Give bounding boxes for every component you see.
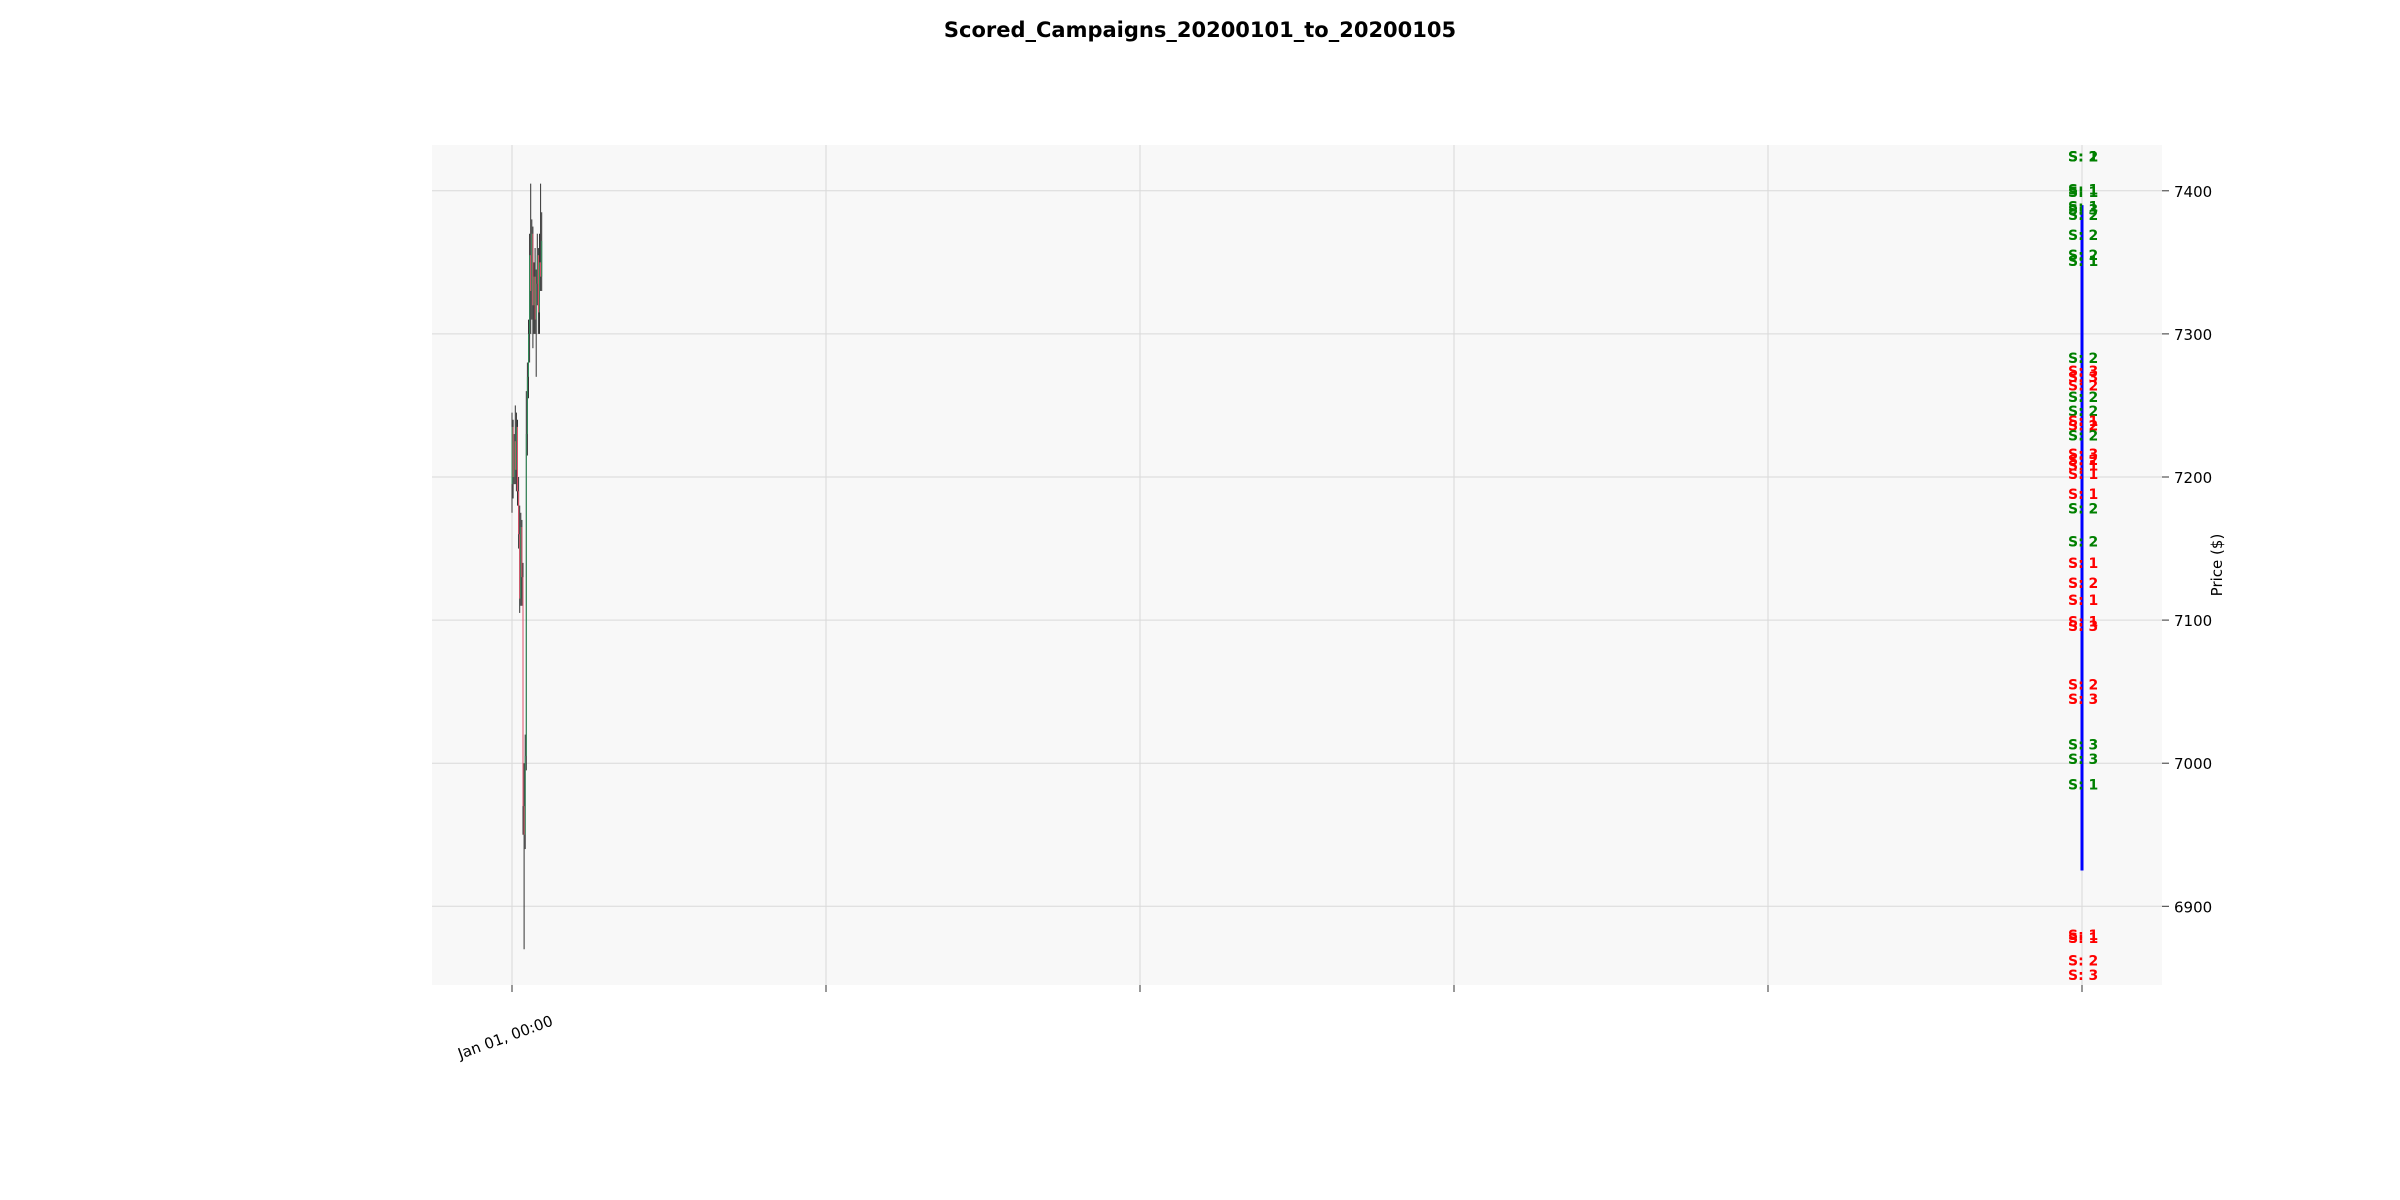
y-axis-label: Price ($) (2208, 534, 2226, 597)
candle-body (520, 527, 522, 599)
candle-body (523, 806, 525, 835)
candle-body (524, 756, 526, 835)
candle-body (521, 527, 523, 578)
candle-body (528, 333, 529, 377)
candle-body (532, 233, 534, 306)
candle-body (522, 577, 524, 807)
candle-body (518, 491, 520, 535)
signal-label: S: 1 (2068, 778, 2098, 794)
candle-body (517, 426, 518, 492)
signal-label: S: 1 (2068, 467, 2098, 483)
candle-body (529, 255, 531, 334)
signal-label: S: 3 (2068, 692, 2098, 708)
signal-label: S: 2 (2068, 501, 2098, 517)
candle-body (519, 534, 521, 599)
y-tick-label: 7000 (2174, 755, 2212, 773)
candle-body (514, 441, 516, 470)
signal-label: S: 2 (2068, 208, 2098, 224)
signal-label: S: 1 (2068, 149, 2098, 165)
candle-body (537, 255, 539, 313)
signal-label: S: 2 (2068, 228, 2098, 244)
signal-label: S: 2 (2068, 576, 2098, 592)
candle-body (533, 276, 535, 306)
signal-label: S: 3 (2068, 968, 2098, 984)
y-tick-label: 7100 (2174, 612, 2212, 630)
y-tick-label: 7200 (2174, 469, 2212, 487)
y-tick-label: 6900 (2174, 898, 2212, 916)
candle-body (511, 426, 513, 485)
x-tick-label: Jan 01, 00:00 (455, 1012, 556, 1063)
candle-body (541, 240, 543, 277)
signal-label: S: 3 (2068, 752, 2098, 768)
candle-body (525, 434, 527, 757)
signal-label: S: 1 (2068, 254, 2098, 270)
candle-body (534, 276, 536, 320)
candle-body (536, 255, 538, 284)
signal-label: S: 1 (2068, 593, 2098, 609)
candle-body (539, 262, 540, 313)
candle-body (540, 262, 542, 277)
signal-label: S: 3 (2068, 619, 2098, 635)
candle-body (535, 283, 537, 320)
candle-body (530, 255, 532, 291)
signal-label: S: 2 (2068, 428, 2098, 444)
candle-body (515, 426, 517, 470)
signal-label: S: 1 (2068, 931, 2098, 947)
candlestick-chart: 6900 7000 7100 7200 7300 7400 Jan 01, 00:00 S:… (432, 145, 2226, 1063)
plot-area (432, 145, 2162, 985)
y-tick-label: 7400 (2174, 183, 2212, 201)
candle-body (513, 441, 515, 477)
y-tick-label: 7300 (2174, 326, 2212, 344)
signal-label: S: 1 (2068, 556, 2098, 572)
candle-body (531, 233, 533, 291)
candle-body (526, 376, 528, 435)
candle-body (512, 426, 514, 477)
signal-label: S: 2 (2068, 534, 2098, 550)
